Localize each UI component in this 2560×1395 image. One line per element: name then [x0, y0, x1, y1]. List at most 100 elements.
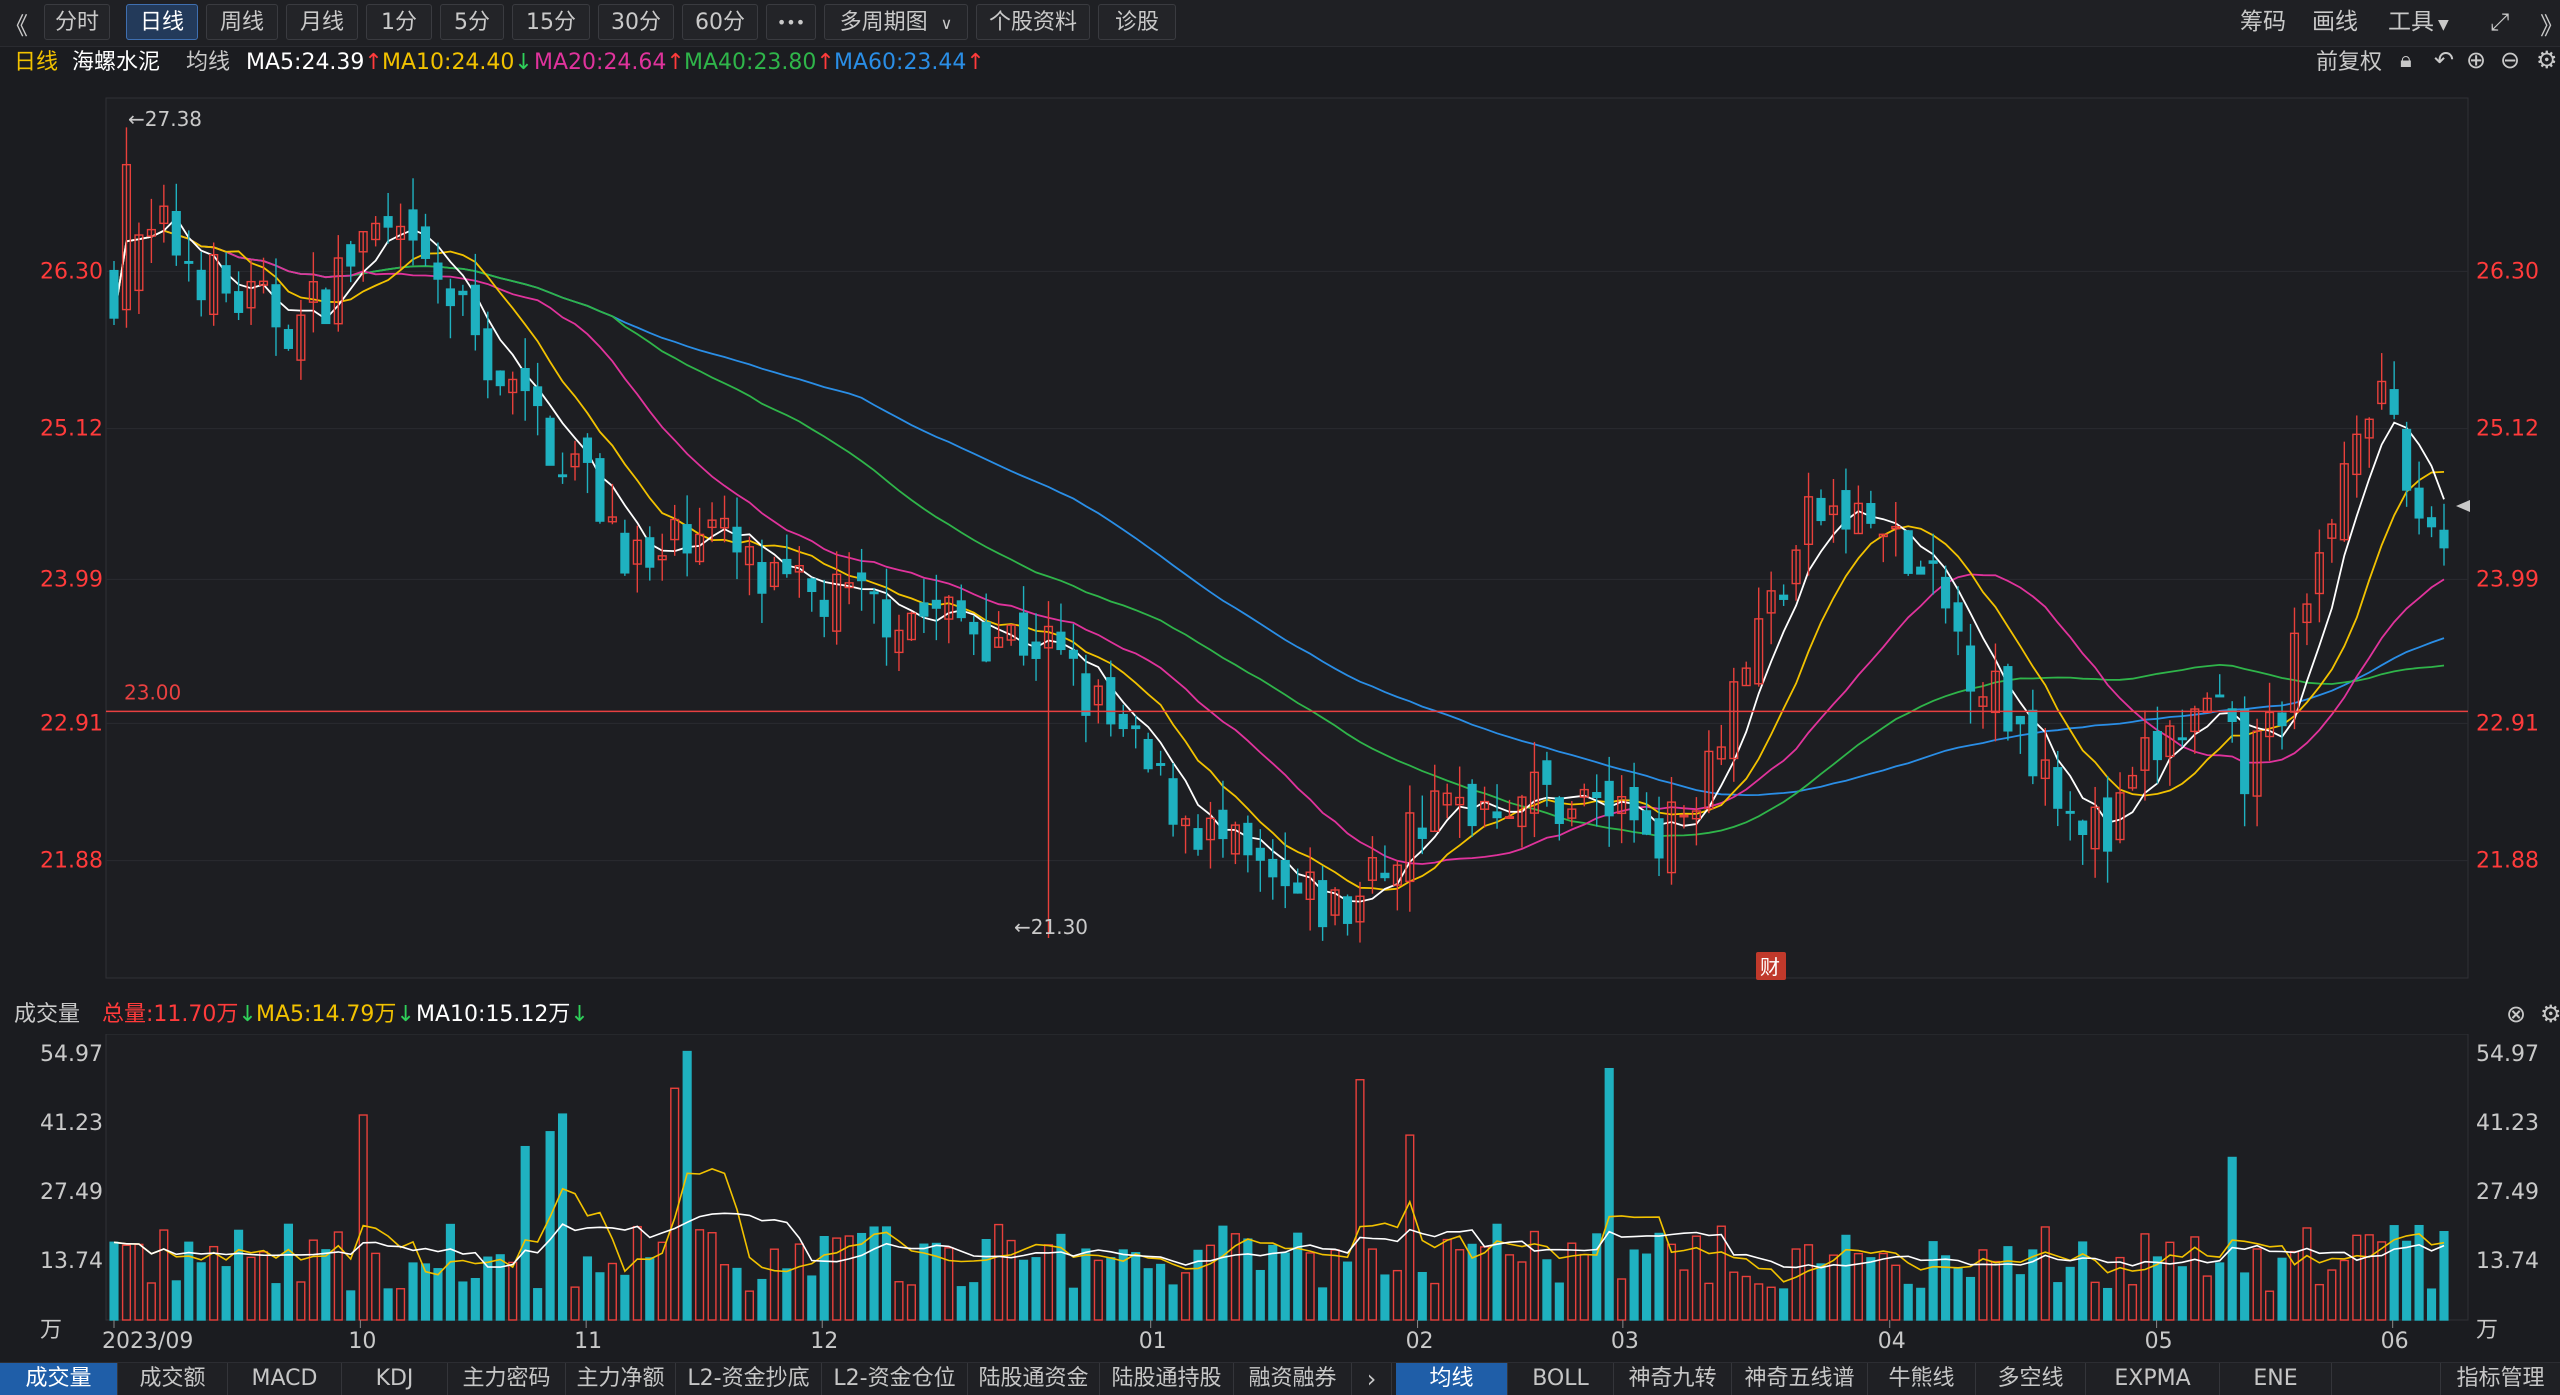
price-chart[interactable]: 23.00 ←27.38 ←21.30 26.30 25.12 23.99 22.91… — [0, 80, 2560, 998]
tab-ene[interactable]: ENE — [2220, 1363, 2332, 1395]
volume-bar-down — [1417, 1271, 1427, 1321]
tab-long-short[interactable]: 多空线 — [1976, 1363, 2086, 1395]
volume-bar-down — [2240, 1272, 2250, 1321]
ma-label[interactable]: 均线 — [186, 46, 230, 80]
period-button-60min[interactable]: 60分 — [682, 4, 758, 40]
period-button-15min[interactable]: 15分 — [512, 4, 590, 40]
adjust-mode[interactable]: 前复权 — [2316, 46, 2382, 80]
volume-bar-down — [2053, 1282, 2063, 1321]
volume-bar-down — [1380, 1274, 1390, 1321]
tabs-scroll-right-icon[interactable]: › — [1352, 1363, 1392, 1395]
lock-icon[interactable]: 🔒︎ — [2400, 48, 2412, 73]
volume-bar-down — [2439, 1231, 2449, 1321]
indicator-manage-button[interactable]: 指标管理 — [2440, 1363, 2560, 1395]
collapse-left-icon[interactable]: 《 — [4, 6, 28, 41]
tab-l2-position[interactable]: L2-资金仓位 — [822, 1363, 968, 1395]
candle-down — [171, 210, 181, 256]
settings-icon[interactable]: ⚙ — [2536, 46, 2558, 74]
volume-bar-down — [1629, 1249, 1639, 1321]
candle-down — [981, 621, 991, 662]
period-button-5min[interactable]: 5分 — [440, 4, 504, 40]
date-label: 06 — [2381, 1329, 2409, 1354]
candle-down — [495, 370, 505, 387]
volume-label[interactable]: 成交量 — [14, 998, 80, 1032]
fullscreen-icon[interactable]: ⤢ — [2490, 8, 2509, 36]
volume-bar-down — [533, 1288, 543, 1321]
tab-l2-bottom[interactable]: L2-资金抄底 — [676, 1363, 822, 1395]
volume-bar-down — [2402, 1240, 2412, 1321]
undo-icon[interactable]: ↶ — [2434, 46, 2454, 74]
ma20-text: MA20:24.64 — [534, 50, 667, 75]
candle-down — [1953, 602, 1963, 632]
period-button-daily[interactable]: 日线 — [126, 4, 198, 40]
arrow-up-icon: ↑ — [966, 50, 985, 75]
period-button-weekly[interactable]: 周线 — [206, 4, 278, 40]
volume-bar-down — [757, 1278, 767, 1321]
volume-bar-down — [234, 1229, 244, 1321]
volume-axis-right: 54.97 41.23 27.49 13.74 万 — [2476, 1042, 2539, 1343]
volume-tick-label: 万 — [40, 1318, 62, 1343]
collapse-right-icon[interactable]: 》 — [2540, 6, 2560, 41]
tab-ma[interactable]: 均线 — [1396, 1363, 1508, 1395]
volume-bar-down — [1866, 1257, 1876, 1321]
tab-margin[interactable]: 融资融券 — [1234, 1363, 1352, 1395]
multi-period-dropdown[interactable]: 多周期图 ∨ — [824, 4, 968, 40]
tab-turnover[interactable]: 成交额 — [118, 1363, 228, 1395]
date-label: 04 — [1878, 1329, 1906, 1354]
tab-main-net[interactable]: 主力净额 — [566, 1363, 676, 1395]
zoom-out-icon[interactable]: ⊖ — [2500, 46, 2520, 74]
volume-tick-label: 54.97 — [40, 1042, 103, 1067]
tab-macd[interactable]: MACD — [228, 1363, 342, 1395]
period-button-1min[interactable]: 1分 — [366, 4, 432, 40]
volume-bar-down — [383, 1288, 393, 1321]
candle-down — [2152, 731, 2162, 761]
volume-bar-down — [1019, 1259, 1029, 1321]
candle-down — [545, 417, 555, 466]
candle-down — [1255, 847, 1265, 861]
tab-boll[interactable]: BOLL — [1508, 1363, 1614, 1395]
period-button-intraday[interactable]: 分时 — [44, 4, 110, 40]
diagnose-button[interactable]: 诊股 — [1098, 4, 1176, 40]
candle-down — [807, 578, 817, 593]
tools-menu-button[interactable]: 工具 ▼ — [2388, 4, 2449, 40]
draw-line-button[interactable]: 画线 — [2312, 4, 2358, 40]
tab-hk-flow[interactable]: 陆股通资金 — [968, 1363, 1100, 1395]
tab-kdj[interactable]: KDJ — [342, 1363, 448, 1395]
candle-down — [184, 260, 194, 264]
candle-down — [645, 537, 655, 568]
ma40-text: MA40:23.80 — [684, 50, 817, 75]
volume-bar-down — [782, 1268, 792, 1321]
volume-bar-down — [1218, 1225, 1228, 1321]
candle-down — [1866, 503, 1876, 524]
tab-volume[interactable]: 成交量 — [0, 1363, 118, 1395]
volume-bar-down — [595, 1272, 605, 1321]
candle-down — [557, 474, 568, 478]
zoom-in-icon[interactable]: ⊕ — [2466, 46, 2486, 74]
close-panel-icon[interactable]: ⊗ — [2506, 1000, 2526, 1028]
tab-bull-bear[interactable]: 牛熊线 — [1868, 1363, 1976, 1395]
volume-bar-down — [2015, 1274, 2025, 1321]
period-button-30min[interactable]: 30分 — [598, 4, 674, 40]
stock-info-button[interactable]: 个股资料 — [976, 4, 1090, 40]
arrow-down-icon: ↓ — [238, 1002, 257, 1027]
candle-down — [433, 262, 443, 280]
volume-chart[interactable]: 54.97 41.23 27.49 13.74 万 54.97 41.23 27.49 13.… — [0, 1034, 2560, 1362]
tab-magic-five[interactable]: 神奇五线谱 — [1732, 1363, 1868, 1395]
candle-down — [321, 289, 331, 325]
volume-bar-down — [620, 1274, 630, 1321]
tab-main-code[interactable]: 主力密码 — [448, 1363, 566, 1395]
tab-hk-hold[interactable]: 陆股通持股 — [1100, 1363, 1234, 1395]
date-label: 10 — [348, 1329, 376, 1354]
tab-expma[interactable]: EXPMA — [2086, 1363, 2220, 1395]
candle-down — [1816, 497, 1826, 522]
candle-down — [919, 602, 929, 617]
candle-down — [1542, 760, 1552, 785]
volume-tick-label: 13.74 — [40, 1249, 103, 1274]
period-label: 日线 — [14, 50, 59, 75]
more-periods-button[interactable]: ••• — [766, 4, 816, 40]
volume-settings-icon[interactable]: ⚙ — [2540, 1000, 2560, 1028]
period-button-monthly[interactable]: 月线 — [286, 4, 358, 40]
volume-bar-down — [321, 1249, 331, 1321]
tab-magic-nine[interactable]: 神奇九转 — [1614, 1363, 1732, 1395]
chip-distribution-button[interactable]: 筹码 — [2240, 4, 2286, 40]
